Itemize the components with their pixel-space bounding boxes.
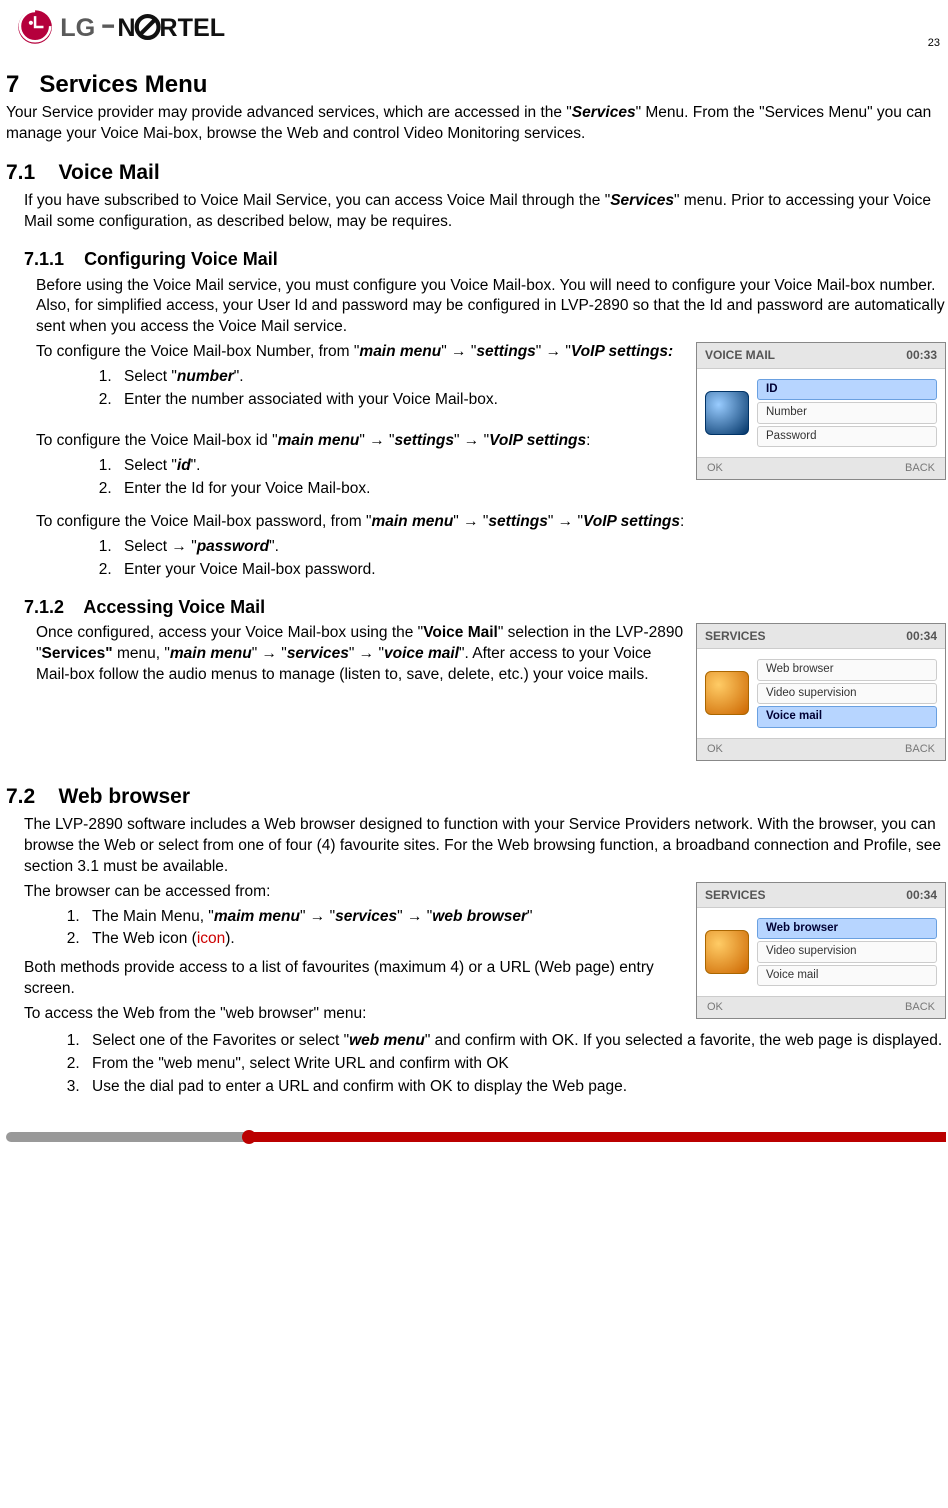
- voicemail-icon: [705, 391, 749, 435]
- list-item: Enter the Id for your Voice Mail-box.: [116, 479, 946, 500]
- web-access-steps: Select one of the Favorites or select "w…: [6, 1031, 946, 1098]
- heading-num: 7: [6, 71, 19, 98]
- list-item: Password: [757, 426, 937, 448]
- fig-list: Web browser Video supervision Voice mail: [757, 916, 937, 989]
- page-number: 23: [928, 36, 940, 51]
- list-item: ID: [757, 379, 937, 401]
- footer-decoration: [6, 1132, 946, 1142]
- fig-list: ID Number Password: [757, 377, 937, 450]
- heading-7-1-1: 7.1.1 Configuring Voice Mail: [24, 247, 946, 271]
- heading-title: Services Menu: [39, 71, 207, 98]
- list-item: Web browser: [757, 659, 937, 681]
- screenshot-services-voicemail: SERVICES 00:34 Web browser Video supervi…: [696, 623, 946, 761]
- softkey-ok: OK: [707, 461, 723, 476]
- list-item: Number: [757, 402, 937, 424]
- heading-7-2: 7.2 Web browser: [6, 783, 946, 811]
- intro-paragraph: Your Service provider may provide advanc…: [6, 103, 946, 145]
- list-item: Select one of the Favorites or select "w…: [84, 1031, 946, 1052]
- brand-logo: LG N RTEL: [6, 6, 296, 48]
- page-header: LG N RTEL 23: [6, 6, 946, 51]
- fig-title: SERVICES: [705, 887, 765, 903]
- list-item: Video supervision: [757, 683, 937, 705]
- softkey-ok: OK: [707, 1000, 723, 1015]
- fig-list: Web browser Video supervision Voice mail: [757, 657, 937, 730]
- screenshot-voice-mail: VOICE MAIL 00:33 ID Number Password OK B…: [696, 342, 946, 480]
- fig-title: VOICE MAIL: [705, 347, 775, 363]
- services-icon: [705, 930, 749, 974]
- fig-time: 00:33: [906, 347, 937, 363]
- svg-text:RTEL: RTEL: [159, 14, 225, 42]
- fig-time: 00:34: [906, 628, 937, 644]
- softkey-ok: OK: [707, 742, 723, 757]
- svg-text:N: N: [117, 14, 135, 42]
- web-icon-placeholder: icon: [197, 930, 225, 947]
- p-7-2-intro: The LVP-2890 software includes a Web bro…: [24, 815, 946, 878]
- softkey-back: BACK: [905, 742, 935, 757]
- list-item: Web browser: [757, 918, 937, 940]
- fig-time: 00:34: [906, 887, 937, 903]
- svg-text:LG: LG: [60, 14, 95, 42]
- softkey-back: BACK: [905, 1000, 935, 1015]
- list-item: From the "web menu", select Write URL an…: [84, 1054, 946, 1075]
- heading-7-1-2: 7.1.2 Accessing Voice Mail: [24, 595, 946, 619]
- list-item: Voice mail: [757, 706, 937, 728]
- screenshot-services-webbrowser: SERVICES 00:34 Web browser Video supervi…: [696, 882, 946, 1020]
- p-7-1-1-intro: Before using the Voice Mail service, you…: [36, 276, 946, 339]
- list-item: Use the dial pad to enter a URL and conf…: [84, 1077, 946, 1098]
- cfg-pw-lead: To configure the Voice Mail-box password…: [36, 512, 946, 533]
- list-item: Video supervision: [757, 941, 937, 963]
- list-item: Select → "password".: [116, 537, 946, 558]
- p-7-1: If you have subscribed to Voice Mail Ser…: [24, 191, 946, 233]
- list-item: Voice mail: [757, 965, 937, 987]
- services-icon: [705, 671, 749, 715]
- fig-title: SERVICES: [705, 628, 765, 644]
- cfg-pw-steps: Select → "password". Enter your Voice Ma…: [6, 537, 946, 581]
- list-item: Enter your Voice Mail-box password.: [116, 560, 946, 581]
- heading-7-1: 7.1 Voice Mail: [6, 159, 946, 187]
- heading-7: 7 Services Menu: [6, 69, 946, 101]
- softkey-back: BACK: [905, 461, 935, 476]
